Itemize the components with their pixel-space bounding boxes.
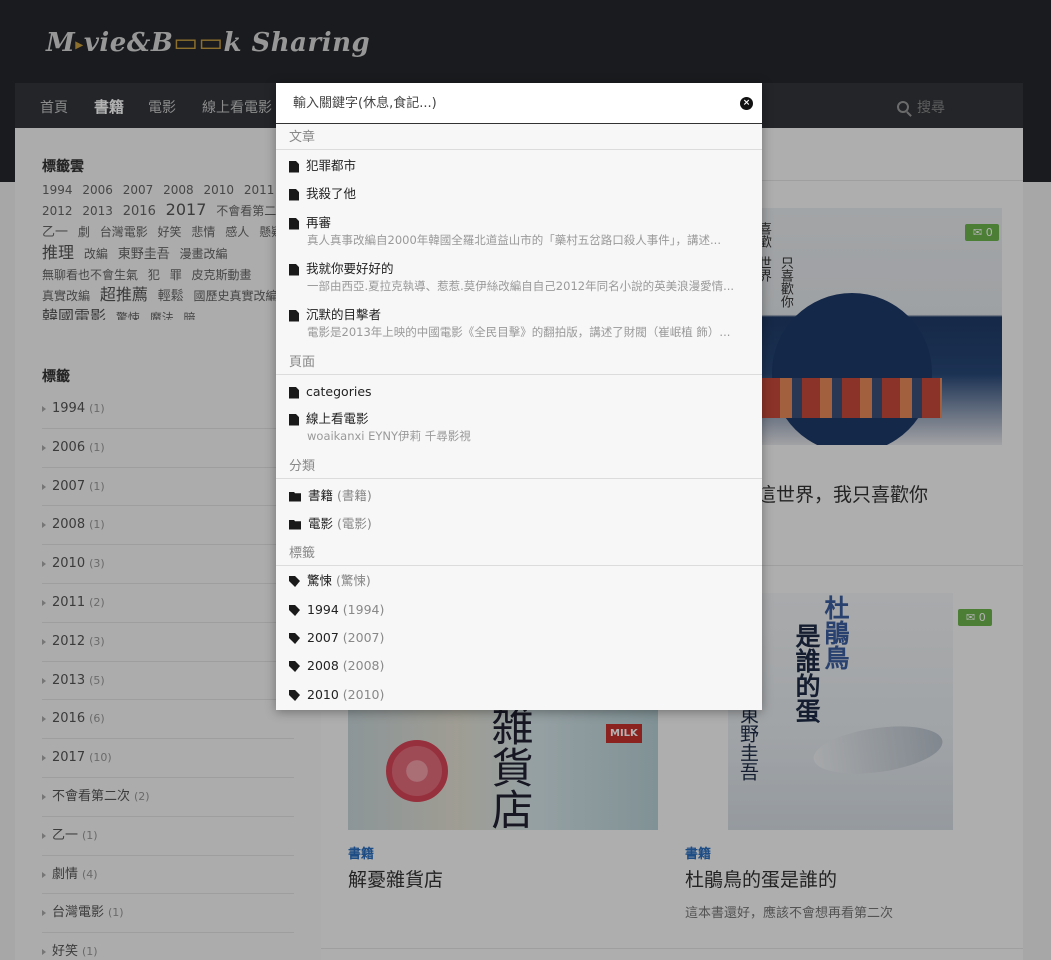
result-item[interactable]: 2010 (2010) (289, 686, 749, 704)
result-description: 電影是2013年上映的中國電影《全民目擊》的翻拍版，講述了財閥（崔岷植 飾）..… (307, 325, 731, 339)
document-icon (289, 263, 299, 276)
result-title: 線上看電影 (306, 411, 369, 426)
result-item[interactable]: 2007 (2007) (289, 629, 749, 647)
result-subtitle: (1994) (342, 602, 385, 617)
result-title: 2007 (307, 630, 339, 645)
document-icon (289, 217, 299, 230)
tag-icon (289, 690, 300, 701)
result-subtitle: (驚悚) (336, 573, 371, 588)
result-item[interactable]: 電影 (電影) (289, 515, 749, 533)
document-icon (289, 309, 299, 322)
result-description: 一部由西亞.夏拉克執導、惹惹.莫伊絲改編自自己2012年同名小說的英美浪漫愛情.… (307, 279, 735, 293)
folder-icon (289, 519, 301, 530)
result-item[interactable]: 驚悚 (驚悚) (289, 572, 749, 590)
result-item[interactable]: 1994 (1994) (289, 601, 749, 619)
result-title: 驚悚 (307, 573, 333, 588)
results-section-heading: 標籤 (276, 542, 762, 566)
search-results: 文章 犯罪都市 我殺了他 再審 真人真事改編自2000年韓國全羅北道益山市的「藥… (276, 124, 762, 710)
tag-icon (289, 605, 300, 616)
result-title: 2010 (307, 687, 339, 702)
document-icon (289, 160, 299, 173)
close-icon[interactable]: × (740, 97, 753, 110)
result-item[interactable]: 我殺了他 (289, 185, 749, 203)
result-subtitle: (2010) (342, 687, 385, 702)
result-title: 書籍 (308, 488, 334, 503)
result-item[interactable]: 線上看電影 woaikanxi EYNY伊莉 千尋影視 (289, 410, 749, 445)
results-section-heading: 頁面 (276, 351, 762, 375)
result-title: 我就你要好好的 (306, 261, 394, 276)
result-description: woaikanxi EYNY伊莉 千尋影視 (307, 429, 471, 443)
result-description: 真人真事改編自2000年韓國全羅北道益山市的「藥村五岔路口殺人事件」，講述... (307, 233, 721, 247)
results-section-heading: 文章 (276, 126, 762, 150)
result-subtitle: (2008) (342, 658, 385, 673)
result-title: 再審 (306, 215, 332, 230)
document-icon (289, 188, 299, 201)
results-section-heading: 分類 (276, 455, 762, 479)
result-title: 沉默的目擊者 (306, 307, 382, 322)
result-item[interactable]: 犯罪都市 (289, 157, 749, 175)
search-popup: × 文章 犯罪都市 我殺了他 再審 真人真事改編自2000年韓國全羅北道益山市的… (276, 83, 762, 710)
tag-icon (289, 633, 300, 644)
result-title: 我殺了他 (306, 186, 357, 201)
result-item[interactable]: 再審 真人真事改編自2000年韓國全羅北道益山市的「藥村五岔路口殺人事件」，講述… (289, 214, 749, 249)
result-subtitle: (電影) (337, 516, 372, 531)
result-title: 1994 (307, 602, 339, 617)
result-item[interactable]: 書籍 (書籍) (289, 487, 749, 505)
result-title: 電影 (308, 516, 334, 531)
result-item[interactable]: 我就你要好好的 一部由西亞.夏拉克執導、惹惹.莫伊絲改編自自己2012年同名小說… (289, 260, 749, 295)
folder-icon (289, 491, 301, 502)
document-icon (289, 413, 299, 426)
result-item[interactable]: 2008 (2008) (289, 657, 749, 675)
result-subtitle: (2007) (342, 630, 385, 645)
result-item[interactable]: 沉默的目擊者 電影是2013年上映的中國電影《全民目擊》的翻拍版，講述了財閥（崔… (289, 306, 749, 341)
tag-icon (289, 576, 300, 587)
result-subtitle: (書籍) (337, 488, 372, 503)
result-title: 犯罪都市 (306, 158, 357, 173)
search-input[interactable] (276, 83, 762, 124)
result-title: categories (306, 384, 372, 399)
result-title: 2008 (307, 658, 339, 673)
tag-icon (289, 661, 300, 672)
document-icon (289, 386, 299, 399)
result-item[interactable]: categories (289, 383, 749, 401)
